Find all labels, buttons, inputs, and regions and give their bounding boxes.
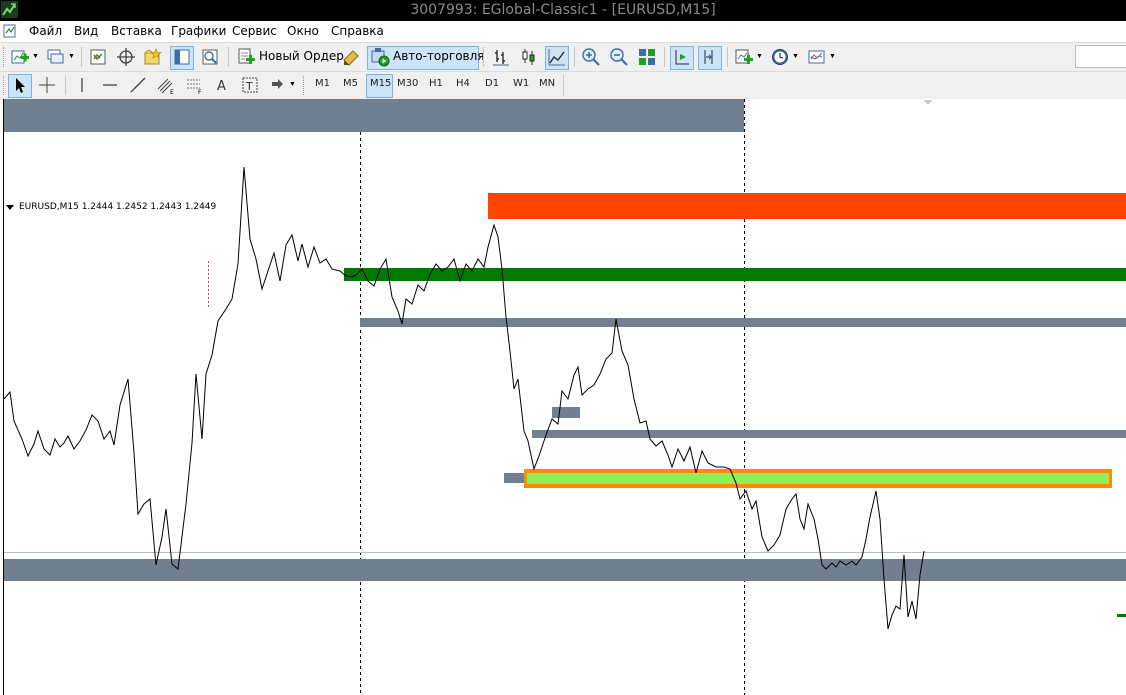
dropdown-arrow-icon[interactable]: ▼ bbox=[792, 53, 799, 60]
green-resistance-level[interactable] bbox=[344, 268, 1126, 281]
separator bbox=[228, 47, 229, 67]
grey-small-zone[interactable] bbox=[552, 407, 580, 418]
separator bbox=[574, 47, 575, 67]
timeframe-h4[interactable]: H4 bbox=[456, 78, 470, 89]
timeframe-d1[interactable]: D1 bbox=[485, 78, 499, 89]
standard-toolbar: ▼ ▼ Новый Ордер Авто-торговля ▼ ▼ ▼ bbox=[0, 42, 1126, 72]
separator bbox=[727, 47, 728, 67]
dropdown-arrow-icon[interactable]: ▼ bbox=[32, 53, 39, 60]
terminal-icon[interactable] bbox=[172, 47, 192, 67]
timeframe-m5[interactable]: M5 bbox=[343, 78, 358, 89]
bar-chart-icon[interactable] bbox=[491, 47, 511, 67]
text-icon[interactable]: A bbox=[212, 75, 232, 95]
indicators-icon[interactable] bbox=[734, 47, 754, 67]
header-zone-band bbox=[4, 99, 744, 132]
supply-zone-rectangle[interactable] bbox=[488, 193, 1126, 219]
grey-small-zone[interactable] bbox=[504, 473, 526, 483]
menu-bar: Файл Вид Вставка Графики Сервис Окно Спр… bbox=[0, 21, 1126, 42]
chart-shift-marker-icon bbox=[924, 100, 932, 105]
timeframe-mn[interactable]: MN bbox=[539, 78, 555, 89]
tile-windows-icon[interactable] bbox=[637, 47, 657, 67]
menu-window[interactable]: Окно bbox=[287, 24, 319, 38]
dropdown-arrow-icon[interactable]: ▼ bbox=[68, 53, 75, 60]
dropdown-arrow-icon[interactable]: ▼ bbox=[756, 53, 763, 60]
navigator-icon[interactable] bbox=[143, 47, 163, 67]
trendline-icon[interactable] bbox=[128, 75, 148, 95]
separator bbox=[664, 47, 665, 67]
autotrading-icon[interactable] bbox=[370, 47, 390, 67]
line-chart-icon[interactable] bbox=[547, 47, 567, 67]
menu-help[interactable]: Справка bbox=[331, 24, 384, 38]
fibonacci-icon[interactable]: F bbox=[184, 75, 204, 95]
timeframe-h1[interactable]: H1 bbox=[429, 78, 443, 89]
line-studies-toolbar: E F A T ▼ M1 M5 M15 M30 H1 H4 D1 W1 MN bbox=[0, 71, 1126, 100]
separator bbox=[81, 47, 82, 67]
svg-text:E: E bbox=[170, 89, 174, 95]
chart-shift-icon[interactable] bbox=[700, 47, 720, 67]
horizontal-line-icon[interactable] bbox=[100, 75, 120, 95]
crosshair-icon[interactable] bbox=[37, 75, 57, 95]
zoom-in-icon[interactable] bbox=[581, 47, 601, 67]
svg-text:T: T bbox=[245, 80, 253, 93]
search-input[interactable] bbox=[1075, 45, 1126, 68]
menu-insert[interactable]: Вставка bbox=[111, 24, 162, 38]
vertical-line-icon[interactable] bbox=[72, 75, 92, 95]
dropdown-arrow-icon[interactable]: ▼ bbox=[289, 81, 296, 88]
menu-tools[interactable]: Сервис bbox=[232, 24, 277, 38]
svg-text:A: A bbox=[217, 79, 226, 94]
menu-charts[interactable]: Графики bbox=[171, 24, 226, 38]
toolbar-grip[interactable] bbox=[3, 47, 7, 67]
new-chart-icon[interactable] bbox=[10, 47, 30, 67]
arrows-icon[interactable] bbox=[268, 75, 288, 95]
price-chart[interactable]: EURUSD,M15 1.2444 1.2452 1.2443 1.2449 bbox=[0, 99, 1126, 695]
new-order-icon[interactable] bbox=[236, 47, 256, 67]
chart-menu-triangle-icon[interactable] bbox=[6, 205, 14, 210]
strategy-tester-icon[interactable] bbox=[200, 47, 220, 67]
timeframe-m1[interactable]: M1 bbox=[315, 78, 330, 89]
new-order-button[interactable]: Новый Ордер bbox=[259, 49, 344, 63]
periods-clock-icon[interactable] bbox=[770, 47, 790, 67]
document-icon[interactable] bbox=[3, 24, 18, 39]
window-title: 3007993: EGlobal-Classic1 - [EURUSD,M15] bbox=[410, 2, 716, 18]
crosshair-target-icon[interactable] bbox=[116, 47, 136, 67]
menu-file[interactable]: Файл bbox=[29, 24, 62, 38]
zoom-out-icon[interactable] bbox=[609, 47, 629, 67]
cursor-arrow-icon[interactable] bbox=[10, 75, 30, 95]
timeframe-m30[interactable]: M30 bbox=[397, 78, 418, 89]
templates-icon[interactable] bbox=[807, 47, 827, 67]
menu-view[interactable]: Вид bbox=[74, 24, 98, 38]
autotrading-button[interactable]: Авто-торговля bbox=[393, 49, 485, 63]
dropdown-arrow-icon[interactable]: ▼ bbox=[829, 53, 836, 60]
separator bbox=[563, 74, 564, 96]
chart-canvas[interactable] bbox=[0, 99, 1126, 695]
price-marker-icon bbox=[1117, 614, 1126, 617]
grey-level-line[interactable] bbox=[532, 430, 1126, 438]
chart-info-label: EURUSD,M15 1.2444 1.2452 1.2443 1.2449 bbox=[17, 202, 219, 213]
market-watch-icon[interactable] bbox=[88, 47, 108, 67]
candlestick-icon[interactable] bbox=[519, 47, 539, 67]
demand-zone-fill[interactable] bbox=[527, 473, 1109, 484]
profiles-icon[interactable] bbox=[46, 47, 66, 67]
autoscroll-icon[interactable] bbox=[672, 47, 692, 67]
metaeditor-icon[interactable] bbox=[341, 47, 361, 67]
toolbar-grip[interactable] bbox=[303, 76, 307, 95]
grey-level-line[interactable] bbox=[360, 318, 1126, 327]
separator bbox=[483, 47, 484, 67]
toolbar-grip[interactable] bbox=[3, 76, 7, 95]
svg-text:F: F bbox=[198, 89, 202, 95]
timeframe-w1[interactable]: W1 bbox=[513, 78, 529, 89]
timeframe-m15[interactable]: M15 bbox=[370, 78, 391, 89]
separator bbox=[65, 76, 66, 95]
equidistant-channel-icon[interactable]: E bbox=[156, 75, 176, 95]
text-label-icon[interactable]: T bbox=[240, 75, 260, 95]
title-bar: 3007993: EGlobal-Classic1 - [EURUSD,M15] bbox=[0, 0, 1126, 21]
